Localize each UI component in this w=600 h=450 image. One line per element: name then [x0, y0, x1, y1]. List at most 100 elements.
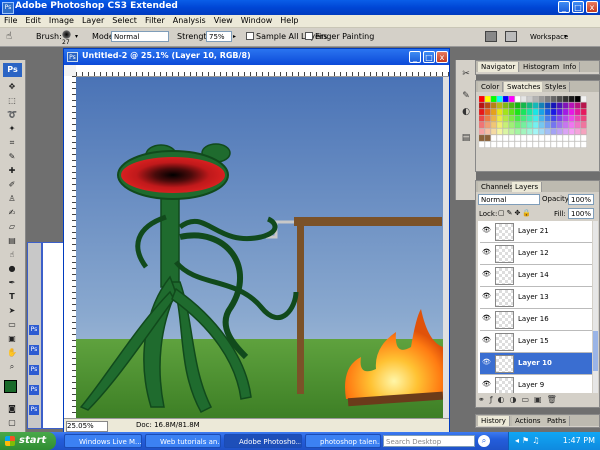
eye-icon[interactable]: 👁	[482, 293, 491, 300]
search-icon[interactable]: ⌕	[478, 435, 490, 447]
swatch-cell[interactable]	[562, 134, 569, 142]
swatch-cell[interactable]	[508, 96, 515, 103]
swatch-cell[interactable]	[538, 134, 545, 142]
swatch-cell[interactable]	[526, 96, 533, 103]
swatch-cell[interactable]	[490, 115, 497, 122]
taskbar-item-web-tutorials[interactable]: Web tutorials an...	[145, 434, 221, 448]
layer-comps-dock-icon[interactable]: ▤	[460, 132, 472, 144]
start-button[interactable]: start	[0, 432, 56, 450]
swatch-cell[interactable]	[484, 134, 491, 142]
tab-actions[interactable]: Actions	[512, 416, 545, 426]
menu-window[interactable]: Window	[237, 15, 277, 27]
swatch-cell[interactable]	[520, 96, 527, 103]
bridge-icon[interactable]	[485, 31, 497, 42]
swatch-cell[interactable]	[496, 102, 503, 109]
zoom-tool-icon[interactable]: ⌕	[7, 362, 17, 372]
swatch-cell[interactable]	[520, 128, 527, 135]
opacity-input[interactable]: 100%	[568, 194, 594, 205]
layer-row[interactable]: 👁 Layer 12	[480, 243, 592, 265]
tab-paths[interactable]: Paths	[544, 416, 571, 426]
minimized-doc-icon[interactable]: Ps	[29, 345, 39, 355]
tab-styles[interactable]: Styles	[542, 82, 571, 92]
swatch-cell[interactable]	[490, 121, 497, 129]
layer-row[interactable]: 👁 Layer 15	[480, 331, 592, 353]
swatch-cell[interactable]	[574, 128, 581, 135]
eye-icon[interactable]: 👁	[482, 315, 491, 322]
smudge-tool-icon[interactable]: ☝	[6, 31, 20, 43]
menu-filter[interactable]: Filter	[141, 15, 169, 27]
path-selection-tool-icon[interactable]: ➤	[7, 306, 17, 316]
swatch-cell[interactable]	[514, 115, 521, 122]
swatch-cell[interactable]	[502, 108, 509, 116]
clone-source-dock-icon[interactable]: ◐	[460, 106, 472, 118]
swatch-cell[interactable]	[514, 134, 521, 142]
menu-view[interactable]: View	[210, 15, 237, 27]
swatch-cell[interactable]	[538, 96, 545, 103]
swatch-cell[interactable]	[568, 115, 575, 122]
swatch-cell[interactable]	[544, 134, 551, 142]
workspace-button[interactable]: Workspace	[530, 33, 568, 41]
swatch-cell[interactable]	[496, 115, 503, 122]
swatch-cell[interactable]	[479, 96, 485, 103]
swatch-cell[interactable]	[562, 128, 569, 135]
tab-color[interactable]: Color	[478, 82, 504, 92]
swatch-cell[interactable]	[532, 128, 539, 135]
document-size-info[interactable]: Doc: 16.8M/81.8M	[136, 421, 200, 429]
swatch-cell[interactable]	[532, 141, 539, 148]
eye-icon[interactable]: 👁	[482, 271, 491, 278]
swatch-cell[interactable]	[484, 96, 491, 103]
swatch-cell[interactable]	[550, 102, 557, 109]
eye-icon[interactable]: 👁	[482, 381, 491, 388]
quick-mask-icon[interactable]: ◙	[7, 404, 17, 414]
swatch-cell[interactable]	[514, 102, 521, 109]
swatch-cell[interactable]	[479, 108, 485, 116]
swatch-cell[interactable]	[520, 141, 527, 148]
tools-dock-icon[interactable]: ✂	[460, 68, 472, 80]
swatch-cell[interactable]	[508, 128, 515, 135]
notes-tool-icon[interactable]: ▣	[7, 334, 17, 344]
layer-row[interactable]: 👁 Layer 21	[480, 221, 592, 243]
eye-icon[interactable]: 👁	[482, 227, 491, 234]
smudge-tool-icon[interactable]: ☝	[7, 250, 17, 260]
swatch-cell[interactable]	[568, 96, 575, 103]
swatch-cell[interactable]	[479, 134, 485, 142]
swatch-cell[interactable]	[526, 115, 533, 122]
swatch-cell[interactable]	[562, 121, 569, 129]
menu-analysis[interactable]: Analysis	[169, 15, 210, 27]
history-brush-tool-icon[interactable]: ✍	[7, 208, 17, 218]
swatch-cell[interactable]	[574, 134, 581, 142]
swatch-cell[interactable]	[514, 108, 521, 116]
swatch-cell[interactable]	[562, 115, 569, 122]
swatch-cell[interactable]	[508, 141, 515, 148]
move-tool-icon[interactable]: ✥	[7, 82, 17, 92]
swatch-cell[interactable]	[538, 141, 545, 148]
swatch-cell[interactable]	[550, 134, 557, 142]
menu-edit[interactable]: Edit	[21, 15, 45, 27]
eye-icon[interactable]: 👁	[482, 359, 491, 366]
taskbar-item-live-messenger[interactable]: Windows Live M...	[64, 434, 142, 448]
zoom-field[interactable]: 25.05%	[66, 421, 108, 432]
brush-tool-icon[interactable]: ✐	[7, 180, 17, 190]
canvas-artwork[interactable]	[76, 77, 443, 418]
swatch-cell[interactable]	[544, 115, 551, 122]
fill-input[interactable]: 100%	[568, 208, 594, 219]
swatch-cell[interactable]	[496, 108, 503, 116]
swatch-cell[interactable]	[580, 128, 587, 135]
swatch-cell[interactable]	[484, 121, 491, 129]
tab-info[interactable]: Info	[560, 62, 581, 72]
swatch-cell[interactable]	[532, 96, 539, 103]
swatch-cell[interactable]	[556, 108, 563, 116]
swatch-cell[interactable]	[580, 134, 587, 142]
swatch-cell[interactable]	[508, 115, 515, 122]
tab-swatches[interactable]: Swatches	[504, 82, 545, 92]
swatch-cell[interactable]	[520, 121, 527, 129]
swatch-cell[interactable]	[496, 121, 503, 129]
swatch-cell[interactable]	[556, 141, 563, 148]
dodge-tool-icon[interactable]: ●	[7, 264, 17, 274]
brushes-dock-icon[interactable]: ✎	[460, 90, 472, 102]
swatch-cell[interactable]	[502, 128, 509, 135]
maximize-button[interactable]: □	[572, 1, 584, 13]
camera-icon[interactable]	[505, 31, 517, 42]
swatch-cell[interactable]	[538, 102, 545, 109]
swatch-cell[interactable]	[490, 141, 497, 148]
